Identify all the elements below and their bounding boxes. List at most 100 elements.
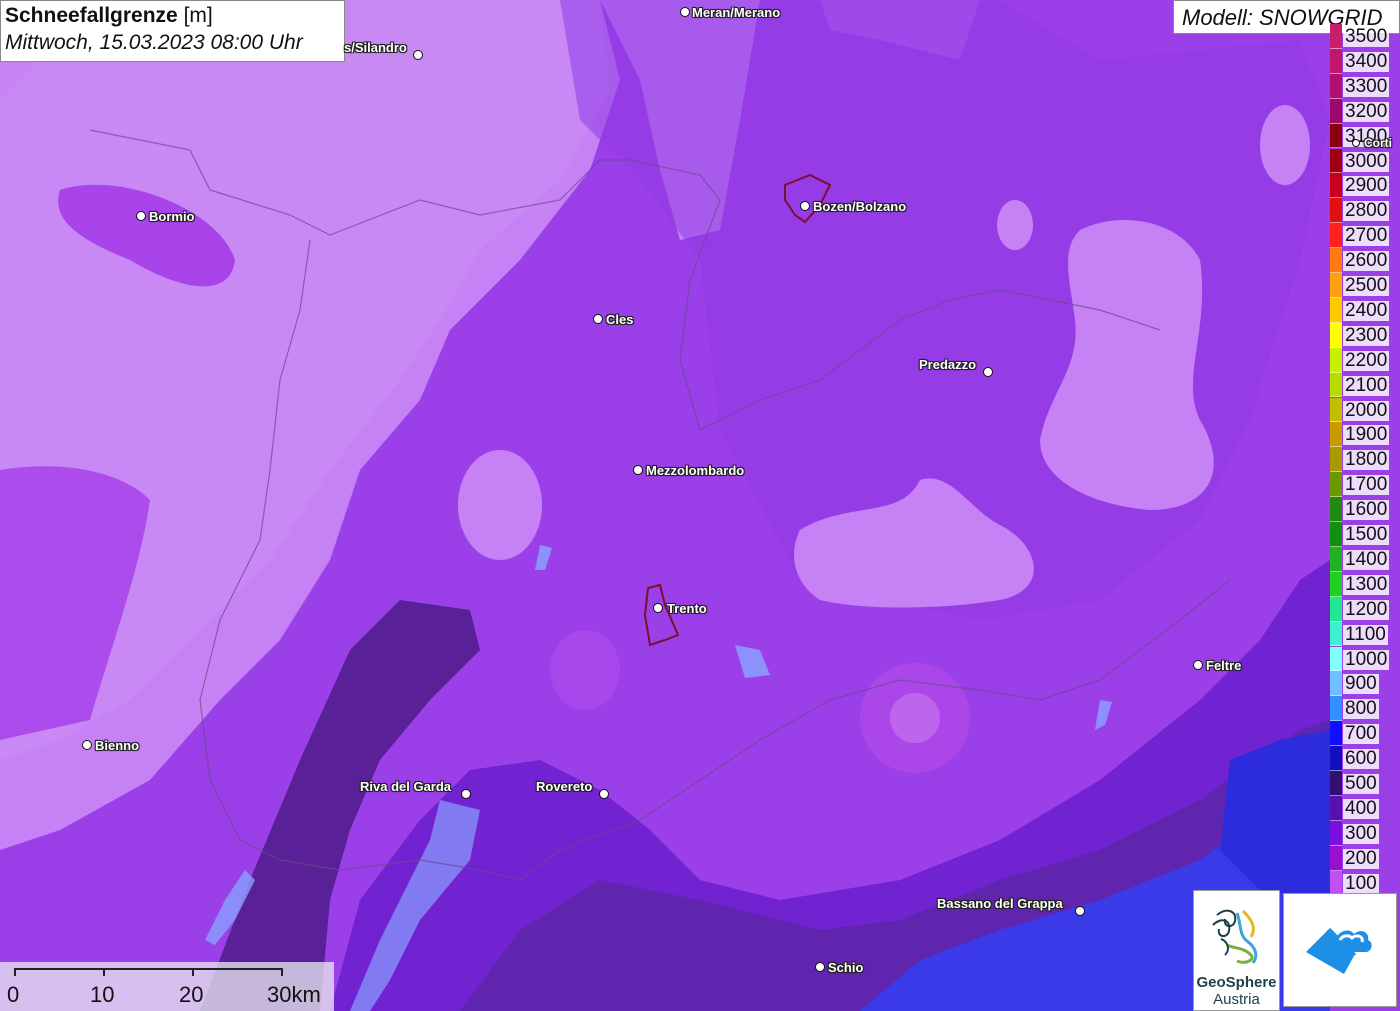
legend-swatch: [1330, 447, 1342, 473]
legend-swatch: [1330, 546, 1342, 572]
scale-label-20: 20: [179, 982, 204, 1007]
city-label-bassano[interactable]: Bassano del Grappa: [937, 896, 1063, 911]
legend-swatch: [1330, 522, 1342, 547]
legend-swatch: [1330, 497, 1342, 522]
city-label-feltre[interactable]: Feltre: [1206, 658, 1241, 673]
city-label-bozen[interactable]: Bozen/Bolzano: [813, 199, 906, 214]
legend-label: 3300: [1343, 75, 1390, 97]
legend-row: 200: [1330, 845, 1400, 871]
legend-row: 2800: [1330, 198, 1400, 224]
legend-swatch: [1330, 347, 1342, 373]
legend-row: 2000: [1330, 397, 1400, 423]
city-label-schio[interactable]: Schio: [828, 960, 863, 975]
legend-label: 300: [1343, 822, 1379, 844]
city-dot-bienno: [82, 740, 92, 750]
legend-row: 1500: [1330, 522, 1400, 547]
legend-row: 1600: [1330, 497, 1400, 522]
legend-swatch: [1330, 297, 1342, 323]
legend-swatch: [1330, 173, 1342, 199]
legend-row: 700: [1330, 721, 1400, 747]
legend-row: 3000: [1330, 148, 1400, 174]
legend-row: 2700: [1330, 223, 1400, 249]
legend-row: 400: [1330, 795, 1400, 821]
legend-swatch: [1330, 820, 1342, 846]
legend-swatch: [1330, 198, 1342, 224]
city-label-cles[interactable]: Cles: [606, 312, 633, 327]
city-dot-bozen: [800, 201, 810, 211]
snowfall-limit-map[interactable]: [0, 0, 1400, 1011]
legend-label: 800: [1343, 698, 1379, 720]
legend-label: 1100: [1343, 623, 1388, 645]
color-legend: 3500 3400 3300 3200 3100 3000 2900 2800 2700 2600…: [1330, 24, 1400, 896]
legend-label: 3500: [1343, 26, 1390, 47]
scale-tick: [192, 968, 194, 976]
legend-label: 3400: [1343, 50, 1390, 72]
legend-label: 100: [1343, 872, 1379, 894]
snow-app-logo[interactable]: [1283, 893, 1397, 1007]
scale-tick: [14, 968, 16, 976]
legend-swatch: [1330, 372, 1342, 398]
legend-row: 3200: [1330, 98, 1400, 124]
city-label-bienno[interactable]: Bienno: [95, 738, 139, 753]
legend-row: 1800: [1330, 447, 1400, 473]
legend-row: 2100: [1330, 372, 1400, 398]
city-label-bormio[interactable]: Bormio: [149, 209, 195, 224]
legend-swatch: [1330, 98, 1342, 124]
legend-swatch: [1330, 771, 1342, 796]
city-label-mezzolombardo[interactable]: Mezzolombardo: [646, 463, 744, 478]
legend-swatch: [1330, 48, 1342, 74]
geosphere-logo-icon: [1211, 909, 1257, 964]
city-label-predazzo[interactable]: Predazzo: [919, 357, 976, 372]
geosphere-austria-logo[interactable]: GeoSphere Austria: [1193, 890, 1280, 1011]
map-title: Schneefallgrenze [m]: [5, 4, 213, 27]
city-label-meran[interactable]: Meran/Merano: [692, 5, 780, 20]
city-dot-meran: [680, 7, 690, 17]
legend-label: 1200: [1343, 598, 1390, 620]
legend-swatch: [1330, 646, 1342, 672]
legend-row: 1100: [1330, 621, 1400, 647]
legend-label: 500: [1343, 773, 1379, 794]
legend-swatch: [1330, 696, 1342, 722]
scale-tick: [103, 968, 105, 976]
city-label-trento[interactable]: Trento: [667, 601, 707, 616]
city-dot-bormio: [136, 211, 146, 221]
legend-label: 1800: [1343, 449, 1390, 471]
scale-bar: 0 10 20 30km: [0, 962, 334, 1011]
legend-label: 2700: [1343, 225, 1390, 247]
legend-swatch: [1330, 248, 1342, 273]
legend-swatch: [1330, 721, 1342, 747]
legend-row: 1400: [1330, 546, 1400, 572]
legend-label: 200: [1343, 847, 1379, 869]
legend-label: 900: [1343, 673, 1379, 695]
legend-swatch: [1330, 621, 1342, 647]
legend-row: 1300: [1330, 571, 1400, 597]
legend-row: 1900: [1330, 422, 1400, 448]
mountain-cloud-icon: [1306, 927, 1372, 974]
city-dot-rovereto: [599, 789, 609, 799]
legend-row: 2500: [1330, 273, 1400, 298]
scale-label-10: 10: [90, 982, 115, 1007]
legend-label: 3200: [1343, 100, 1390, 122]
legend-swatch: [1330, 671, 1342, 697]
city-label-riva[interactable]: Riva del Garda: [360, 779, 451, 794]
legend-row: 2400: [1330, 297, 1400, 323]
city-label-rovereto[interactable]: Rovereto: [536, 779, 592, 794]
legend-label: 2900: [1343, 175, 1390, 197]
legend-label: 2200: [1343, 349, 1390, 371]
legend-swatch: [1330, 148, 1342, 174]
legend-row: 600: [1330, 746, 1400, 771]
legend-swatch: [1330, 870, 1342, 896]
scale-label-0: 0: [7, 982, 20, 1007]
legend-label: 1500: [1343, 524, 1390, 545]
legend-row: 900: [1330, 671, 1400, 697]
scale-tick: [281, 968, 283, 976]
legend-label: 400: [1343, 797, 1379, 819]
legend-swatch: [1330, 422, 1342, 448]
legend-label: 1300: [1343, 573, 1390, 595]
geosphere-line2: Austria: [1213, 991, 1260, 1008]
city-label-corti[interactable]: Corti: [1364, 136, 1392, 150]
legend-swatch: [1330, 472, 1342, 498]
geosphere-line1: GeoSphere: [1196, 974, 1277, 991]
legend-label: 1000: [1343, 648, 1390, 670]
city-label-silandro[interactable]: s/Silandro: [344, 40, 407, 55]
